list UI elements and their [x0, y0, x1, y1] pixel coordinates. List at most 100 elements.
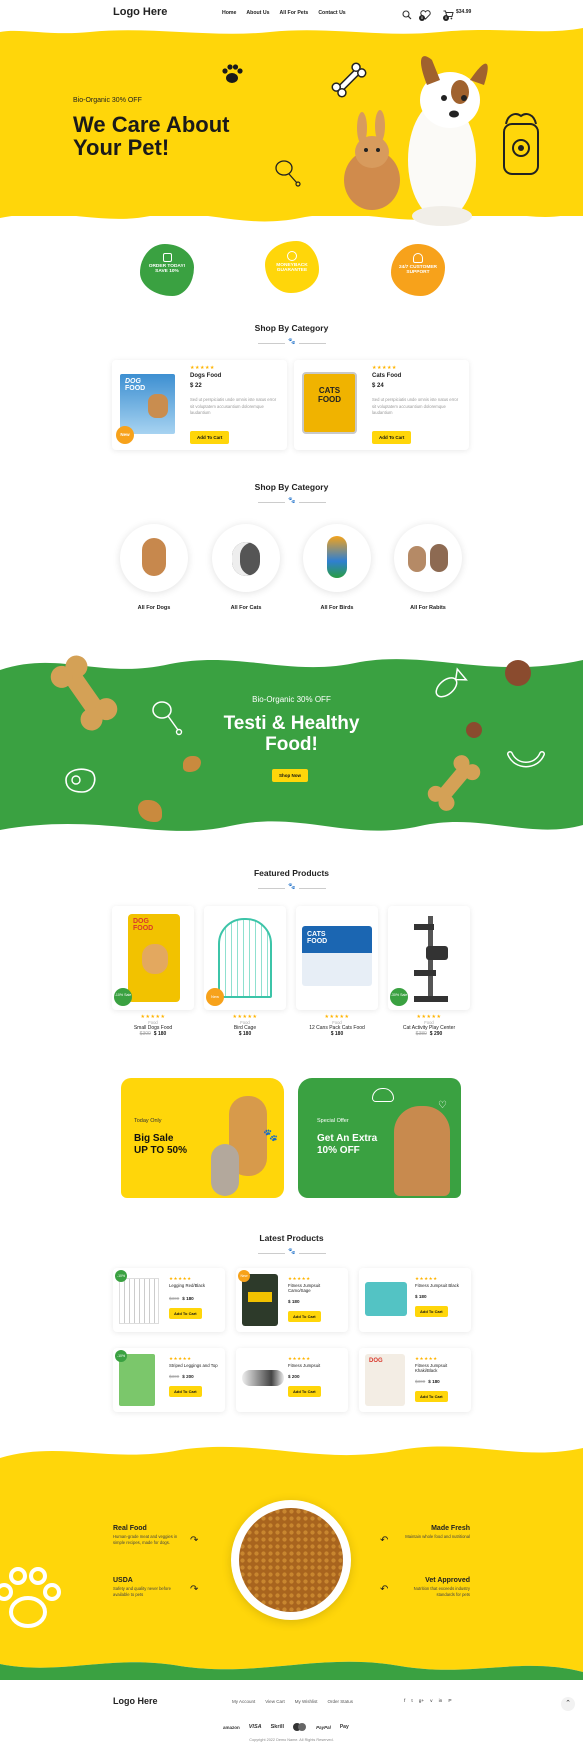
biscuit-bone-image — [44, 648, 124, 738]
add-to-cart-button[interactable]: Add To Cart — [415, 1391, 448, 1402]
offer-banner-extra[interactable]: Special Offer Get An Extra 10% OFF ♡ — [298, 1078, 461, 1198]
footer-link-wishlist[interactable]: My Wishlist — [295, 1699, 318, 1704]
offer-kicker: Today Only — [134, 1118, 162, 1124]
page: { "header":{"logo":"Logo Here","nav":["H… — [0, 0, 583, 1748]
feature-desc: Maintain whole food and nutritional — [405, 1534, 470, 1539]
section-title-latest: Latest Products — [259, 1233, 324, 1243]
latest-product-card[interactable]: -10% ★★★★★ Striped Leggings and Top $300… — [113, 1348, 225, 1412]
pinterest-icon[interactable]: P — [448, 1699, 451, 1704]
featured-product-small-dogs-food[interactable]: DOG FOOD -10% Sale ★★★★★ Food Small Dogs … — [112, 906, 194, 1037]
add-to-cart-button[interactable]: Add To Cart — [372, 431, 412, 444]
latest-product-card[interactable]: DOG ★★★★★ Fitness Jumpsuit Khaki/Black $… — [359, 1348, 471, 1412]
footer-link-account[interactable]: My Account — [232, 1699, 255, 1704]
category-dogs[interactable]: All For Dogs — [118, 524, 190, 611]
featured-product-cat-activity-center[interactable]: -30% Sale ★★★★★ Food Cat Activity Play C… — [388, 906, 470, 1037]
offer-banner-big-sale[interactable]: Today Only Big Sale UP TO 50% 🐾 — [121, 1078, 284, 1198]
featured-product-cats-food-pack[interactable]: CATS FOOD ★★★★★ Food 12 Cans Pack Cats Fo… — [296, 906, 378, 1037]
product-name[interactable]: Cats Food — [372, 373, 401, 379]
search-icon[interactable] — [402, 7, 412, 20]
nav-home[interactable]: Home — [222, 10, 236, 16]
nav-about[interactable]: About Us — [246, 10, 269, 16]
youtube-icon[interactable]: in — [439, 1699, 443, 1704]
google-plus-icon[interactable]: g+ — [419, 1699, 424, 1704]
feature-vet-approved: Vet Approved Nutrition that exceeds indu… — [400, 1577, 470, 1598]
product-name[interactable]: Striped Leggings and Top — [169, 1363, 223, 1368]
bird-image — [303, 524, 371, 592]
old-price: $300 — [169, 1374, 180, 1379]
arrow-icon: ↷ — [190, 1584, 199, 1595]
product-thumbnail — [119, 1354, 155, 1406]
latest-product-card[interactable]: New ★★★★★ Fitness Jumpsuit Camo/Sage $ 1… — [236, 1268, 348, 1332]
twitter-icon[interactable]: t — [411, 1699, 412, 1704]
add-to-cart-button[interactable]: Add To Cart — [169, 1386, 202, 1397]
product-image-frame: CATS FOOD — [296, 906, 378, 1010]
old-price: $300 — [169, 1296, 180, 1301]
product-price: $ 200 — [288, 1374, 300, 1379]
back-to-top-button[interactable]: ⌃ — [561, 1697, 575, 1711]
nav-contact[interactable]: Contact Us — [318, 10, 345, 16]
feature-title: USDA — [113, 1577, 133, 1584]
category-product-card-dogs[interactable]: DOG FOOD New ★★★★★ Dogs Food $ 22 Sed ut… — [112, 360, 287, 450]
add-to-cart-button[interactable]: Add To Cart — [169, 1308, 202, 1319]
section-title-shop-by-category: Shop By Category — [254, 323, 329, 333]
facebook-icon[interactable]: f — [404, 1699, 405, 1704]
amazon-pay-icon: amazon — [223, 1724, 240, 1730]
chicken-leg-icon — [274, 158, 302, 188]
footer-link-order-status[interactable]: Order Status — [327, 1699, 353, 1704]
add-to-cart-button[interactable]: Add To Cart — [288, 1386, 321, 1397]
section-title-featured: Featured Products — [253, 868, 330, 878]
sale-badge: -10% Sale — [114, 988, 132, 1006]
product-name[interactable]: Fitness Jumpsuit Khaki/Black — [415, 1363, 467, 1373]
new-badge: New — [206, 988, 224, 1006]
discount-badge: -10% — [115, 1270, 127, 1282]
product-name[interactable]: Dogs Food — [190, 373, 221, 379]
product-name[interactable]: Fitness Jumpsuit Black — [415, 1283, 467, 1288]
badge-text-2b: GUARANTEE — [276, 268, 308, 273]
copyright: Copyright 2022 Demo Name. All Rights Res… — [249, 1738, 334, 1742]
rating-stars: ★★★★★ — [190, 365, 215, 371]
category-cats[interactable]: All For Cats — [210, 524, 282, 611]
latest-product-card[interactable]: ★★★★★ Fitness Jumpsuit $ 200 Add To Cart — [236, 1348, 348, 1412]
footer-logo[interactable]: Logo Here — [113, 1696, 158, 1706]
featured-product-bird-cage[interactable]: New ★★★★★ Food Bird Cage $ 180 — [204, 906, 286, 1037]
add-to-cart-button[interactable]: Add To Cart — [415, 1306, 448, 1317]
cart-total: $34.99 — [456, 9, 472, 15]
arrow-icon: ↶ — [380, 1535, 389, 1546]
vimeo-icon[interactable]: v — [430, 1699, 432, 1704]
feature-title: Real Food — [113, 1525, 147, 1532]
latest-product-card[interactable]: -10% ★★★★★ Legging Red/Black $300 $ 180 A… — [113, 1268, 225, 1332]
logo[interactable]: Logo Here — [113, 6, 167, 18]
social-links: f t g+ v in P — [404, 1699, 452, 1704]
hero-top-wave — [0, 24, 583, 34]
hero-title-line1: We Care About — [73, 112, 230, 137]
feature-title: Vet Approved — [425, 1577, 470, 1584]
add-to-cart-button[interactable]: Add To Cart — [190, 431, 230, 444]
can-label-cats: CATS — [318, 386, 341, 395]
category-rabbits[interactable]: All For Rabits — [392, 524, 464, 611]
can-label-food: FOOD — [317, 395, 342, 404]
product-name[interactable]: Legging Red/Black — [169, 1283, 221, 1288]
latest-product-card[interactable]: ★★★★★ Fitness Jumpsuit Black $ 180 Add T… — [359, 1268, 471, 1332]
footer-link-cart[interactable]: View Cart — [265, 1699, 284, 1704]
category-birds[interactable]: All For Birds — [301, 524, 373, 611]
old-price: $300 — [415, 1379, 426, 1384]
sausage-icon — [506, 744, 546, 772]
meat-steak-icon — [62, 766, 98, 796]
shopping-bag-icon — [162, 253, 172, 262]
puppy-eating-image — [386, 1106, 456, 1196]
mastercard-icon — [293, 1723, 307, 1731]
category-label: All For Dogs — [137, 605, 171, 611]
product-name[interactable]: Fitness Jumpsuit Camo/Sage — [288, 1283, 342, 1293]
add-to-cart-button[interactable]: Add To Cart — [288, 1311, 321, 1322]
category-product-card-cats[interactable]: CATS FOOD ★★★★★ Cats Food $ 24 Sed ut pe… — [294, 360, 469, 450]
shop-now-button[interactable]: Shop Now — [272, 769, 308, 782]
feature-desc: Nutrition that exceeds industry standard… — [413, 1586, 470, 1597]
nav-all-for-pets[interactable]: All For Pets — [279, 10, 308, 16]
product-price: $ 180 — [415, 1294, 427, 1299]
product-price: $ 180 — [182, 1296, 194, 1301]
badge-text-1b: SAVE 10% — [155, 269, 179, 274]
box-label-food: FOOD — [125, 385, 146, 392]
offer-line2: UP TO 50% — [134, 1145, 187, 1156]
product-name[interactable]: Fitness Jumpsuit — [288, 1363, 342, 1368]
rating-stars: ★★★★★ — [372, 365, 397, 371]
